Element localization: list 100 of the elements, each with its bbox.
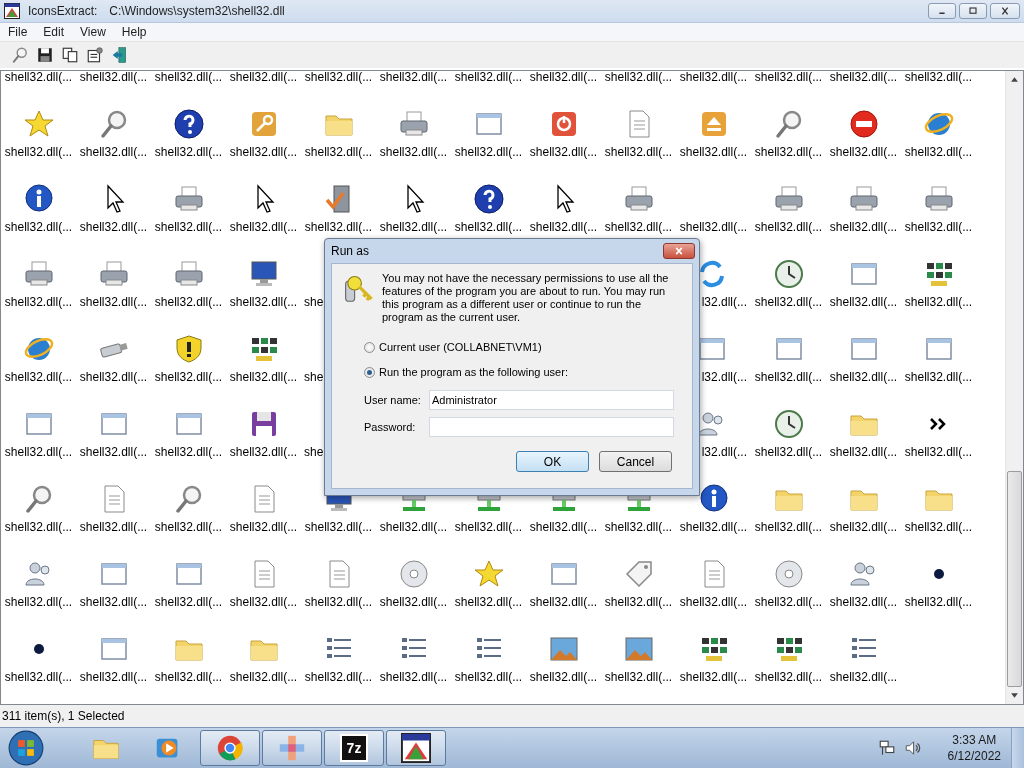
- file-label[interactable]: l32.dll(...: [701, 296, 747, 309]
- file-label[interactable]: shell32.dll(...: [754, 521, 823, 534]
- file-label[interactable]: shell32.dll(...: [154, 221, 223, 234]
- input-field[interactable]: [429, 417, 674, 437]
- file-label[interactable]: shell32.dll(...: [829, 596, 898, 609]
- file-label[interactable]: shell32.dll(...: [229, 446, 298, 459]
- file-label[interactable]: shell32.dll(...: [379, 71, 448, 84]
- taskbar-button[interactable]: 7z: [324, 730, 384, 766]
- file-label[interactable]: shell32.dll(...: [604, 671, 673, 684]
- star-icon[interactable]: [472, 558, 505, 590]
- file-label[interactable]: shell32.dll(...: [4, 71, 73, 84]
- properties-icon[interactable]: [86, 46, 104, 64]
- file-label[interactable]: she: [304, 296, 324, 309]
- menu-item[interactable]: File: [0, 25, 36, 39]
- file-label[interactable]: shell32.dll(...: [4, 596, 73, 609]
- file-label[interactable]: shell32.dll(...: [229, 71, 298, 84]
- file-label[interactable]: shell32.dll(...: [229, 146, 298, 159]
- file-label[interactable]: shell32.dll(...: [379, 671, 448, 684]
- file-label[interactable]: shell32.dll(...: [604, 521, 673, 534]
- file-label[interactable]: shell32.dll(...: [4, 146, 73, 159]
- radio-label[interactable]: Run the program as the following user:: [379, 366, 568, 378]
- file-label[interactable]: shell32.dll(...: [304, 596, 373, 609]
- file-label[interactable]: shell32.dll(...: [454, 71, 523, 84]
- file-label[interactable]: shell32.dll(...: [829, 521, 898, 534]
- file-label[interactable]: shell32.dll(...: [79, 596, 148, 609]
- menu-item[interactable]: Help: [113, 25, 155, 39]
- file-label[interactable]: shell32.dll(...: [4, 446, 73, 459]
- copy-icon[interactable]: [61, 46, 79, 64]
- file-label[interactable]: l32.dll(...: [701, 446, 747, 459]
- file-label[interactable]: shell32.dll(...: [304, 146, 373, 159]
- file-label[interactable]: shell32.dll(...: [754, 221, 823, 234]
- file-label[interactable]: shell32.dll(...: [229, 296, 298, 309]
- file-label[interactable]: shell32.dll(...: [679, 671, 748, 684]
- file-label[interactable]: shell32.dll(...: [904, 371, 973, 384]
- maximize-button[interactable]: [959, 3, 987, 19]
- file-label[interactable]: shell32.dll(...: [79, 146, 148, 159]
- help-icon[interactable]: [472, 183, 505, 215]
- file-label[interactable]: shell32.dll(...: [829, 221, 898, 234]
- file-label[interactable]: shell32.dll(...: [154, 71, 223, 84]
- file-label[interactable]: shell32.dll(...: [754, 146, 823, 159]
- file-label[interactable]: shell32.dll(...: [229, 221, 298, 234]
- file-label[interactable]: shell32.dll(...: [829, 371, 898, 384]
- file-label[interactable]: shell32.dll(...: [904, 221, 973, 234]
- file-label[interactable]: shell32.dll(...: [904, 446, 973, 459]
- file-label[interactable]: shell32.dll(...: [829, 71, 898, 84]
- info-icon[interactable]: [697, 483, 730, 515]
- file-label[interactable]: shell32.dll(...: [529, 71, 598, 84]
- dialog-button[interactable]: OK: [516, 451, 589, 472]
- menu-item[interactable]: Edit: [35, 25, 73, 39]
- close-button[interactable]: [663, 243, 695, 259]
- file-label[interactable]: shell32.dll(...: [904, 146, 973, 159]
- file-label[interactable]: shell32.dll(...: [379, 146, 448, 159]
- file-label[interactable]: shell32.dll(...: [379, 521, 448, 534]
- file-label[interactable]: shell32.dll(...: [79, 71, 148, 84]
- file-label[interactable]: shell32.dll(...: [454, 596, 523, 609]
- file-label[interactable]: shell32.dll(...: [604, 71, 673, 84]
- disc-icon[interactable]: [397, 558, 430, 590]
- file-label[interactable]: shell32.dll(...: [79, 671, 148, 684]
- file-label[interactable]: shell32.dll(...: [4, 371, 73, 384]
- file-label[interactable]: shell32.dll(...: [4, 671, 73, 684]
- file-label[interactable]: shell32.dll(...: [454, 221, 523, 234]
- file-label[interactable]: shell32.dll(...: [679, 146, 748, 159]
- minimize-button[interactable]: [928, 3, 956, 19]
- save-icon[interactable]: [36, 46, 54, 64]
- file-label[interactable]: shell32.dll(...: [304, 671, 373, 684]
- scroll-down-icon[interactable]: [1010, 691, 1019, 700]
- scroll-thumb[interactable]: [1007, 470, 1022, 687]
- file-label[interactable]: shell32.dll(...: [304, 521, 373, 534]
- file-label[interactable]: shell32.dll(...: [604, 221, 673, 234]
- file-label[interactable]: shell32.dll(...: [79, 371, 148, 384]
- file-label[interactable]: shell32.dll(...: [604, 146, 673, 159]
- file-label[interactable]: shell32.dll(...: [229, 596, 298, 609]
- file-label[interactable]: shell32.dll(...: [304, 71, 373, 84]
- file-label[interactable]: shell32.dll(...: [454, 146, 523, 159]
- input-field[interactable]: Administrator: [429, 390, 674, 410]
- file-label[interactable]: shell32.dll(...: [229, 521, 298, 534]
- file-label[interactable]: shell32.dll(...: [679, 521, 748, 534]
- file-label[interactable]: she: [304, 446, 324, 459]
- menu-item[interactable]: View: [72, 25, 114, 39]
- file-label[interactable]: shell32.dll(...: [79, 521, 148, 534]
- volume-icon[interactable]: [903, 739, 922, 757]
- file-label[interactable]: shell32.dll(...: [679, 221, 748, 234]
- file-label[interactable]: shell32.dll(...: [229, 371, 298, 384]
- file-label[interactable]: shell32.dll(...: [154, 671, 223, 684]
- file-label[interactable]: shell32.dll(...: [904, 296, 973, 309]
- file-label[interactable]: shell32.dll(...: [829, 296, 898, 309]
- file-label[interactable]: shell32.dll(...: [154, 446, 223, 459]
- file-label[interactable]: shell32.dll(...: [679, 596, 748, 609]
- file-label[interactable]: shell32.dll(...: [4, 221, 73, 234]
- help-icon[interactable]: [172, 108, 205, 140]
- file-label[interactable]: shell32.dll(...: [529, 671, 598, 684]
- file-label[interactable]: shell32.dll(...: [154, 521, 223, 534]
- file-label[interactable]: shell32.dll(...: [754, 671, 823, 684]
- taskbar-button[interactable]: [386, 730, 446, 766]
- scroll-up-icon[interactable]: [1010, 75, 1019, 84]
- start-button[interactable]: [8, 730, 44, 766]
- file-label[interactable]: shell32.dll(...: [904, 596, 973, 609]
- disc-icon[interactable]: [772, 558, 805, 590]
- radio-button[interactable]: [364, 366, 375, 378]
- file-label[interactable]: shell32.dll(...: [529, 596, 598, 609]
